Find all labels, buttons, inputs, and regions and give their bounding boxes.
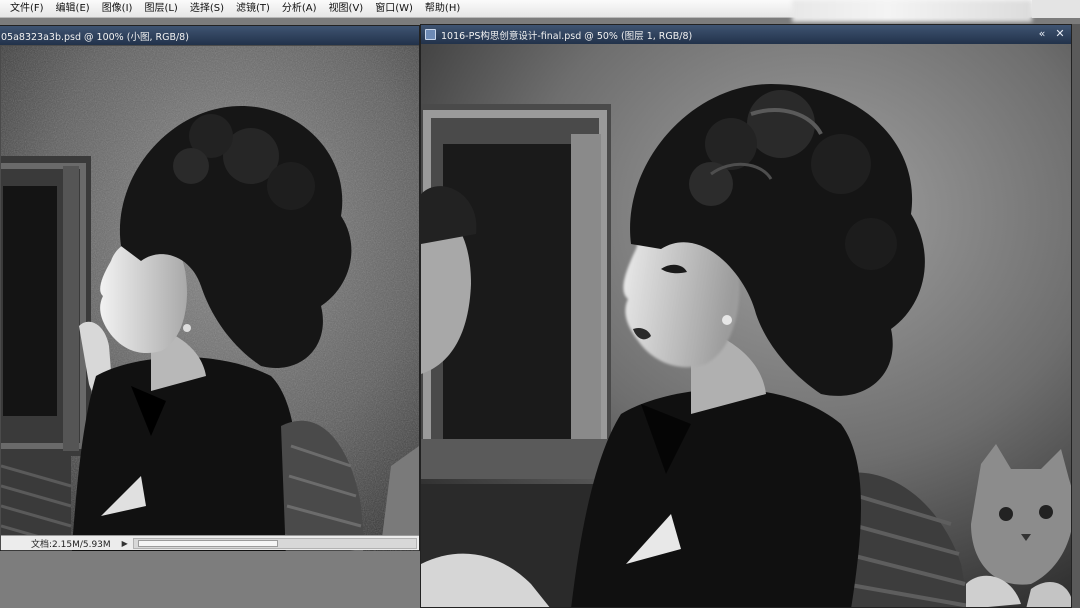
menu-layer[interactable]: 图层(L) [138, 0, 183, 18]
menu-view[interactable]: 视图(V) [323, 0, 370, 18]
document-canvas-right[interactable] [421, 44, 1071, 607]
status-document-size[interactable]: 文档:2.15M/5.93M [1, 537, 119, 550]
menu-analysis[interactable]: 分析(A) [276, 0, 323, 18]
document-icon [425, 29, 436, 40]
photo-original [1, 46, 419, 559]
menu-filter[interactable]: 滤镜(T) [230, 0, 276, 18]
document-statusbar-left: 文档:2.15M/5.93M ▶ [1, 535, 419, 550]
menu-select[interactable]: 选择(S) [184, 0, 230, 18]
scrollbar-thumb[interactable] [137, 539, 278, 547]
photoshop-app: 文件(F) 编辑(E) 图像(I) 图层(L) 选择(S) 滤镜(T) 分析(A… [0, 0, 1080, 608]
document-window-right[interactable]: 1016-PS构思创意设计-final.psd @ 50% (图层 1, RGB… [420, 24, 1072, 608]
document-titlebar-right[interactable]: 1016-PS构思创意设计-final.psd @ 50% (图层 1, RGB… [421, 25, 1071, 44]
menu-window[interactable]: 窗口(W) [369, 0, 419, 18]
panel-edge [1072, 24, 1080, 608]
menu-file[interactable]: 文件(F) [4, 0, 50, 18]
menu-image[interactable]: 图像(I) [96, 0, 139, 18]
collapse-icon[interactable]: « [1035, 27, 1049, 41]
document-title-right: 1016-PS构思创意设计-final.psd @ 50% (图层 1, RGB… [441, 30, 693, 42]
mirror-frame-right [421, 104, 611, 479]
scroll-right-icon[interactable]: ▶ [119, 537, 131, 550]
horizontal-scrollbar[interactable] [132, 537, 417, 549]
photo-painted [421, 44, 1071, 607]
document-title-left: 05a8323a3b.psd @ 100% (小图, RGB/8) [1, 31, 189, 43]
workspace-background [0, 551, 420, 608]
dress-left [71, 357, 299, 559]
document-canvas-left[interactable] [1, 46, 419, 559]
menu-help[interactable]: 帮助(H) [419, 0, 466, 18]
document-window-left[interactable]: 05a8323a3b.psd @ 100% (小图, RGB/8) 文档:2.1… [0, 25, 420, 559]
menu-edit[interactable]: 编辑(E) [50, 0, 96, 18]
menu-bar-right-area [1032, 0, 1080, 18]
close-icon[interactable]: ✕ [1053, 27, 1067, 41]
mirror-frame-left [1, 156, 91, 456]
document-titlebar-left[interactable]: 05a8323a3b.psd @ 100% (小图, RGB/8) [0, 26, 419, 45]
blurred-toolbar-area [792, 0, 1032, 22]
